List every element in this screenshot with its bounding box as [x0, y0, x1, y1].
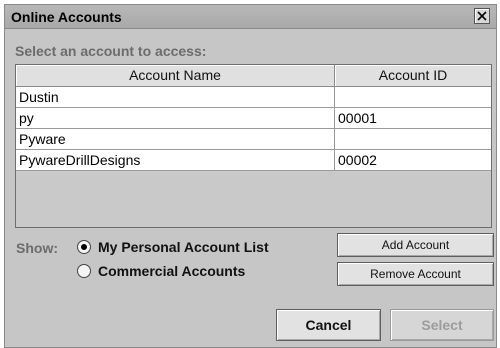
select-account-prompt: Select an account to access:	[15, 43, 207, 59]
add-account-button[interactable]: Add Account	[337, 233, 494, 257]
radio-button-selected[interactable]	[77, 240, 91, 254]
table-header: Account Name Account ID	[16, 65, 491, 87]
table-row[interactable]: PywareDrillDesigns 00002	[16, 150, 491, 171]
radio-commercial-accounts[interactable]: Commercial Accounts	[77, 263, 245, 279]
account-id-cell: 00001	[335, 108, 491, 129]
close-icon	[477, 11, 487, 21]
table-row[interactable]: py 00001	[16, 108, 491, 129]
column-header-account-name[interactable]: Account Name	[16, 65, 335, 87]
accounts-table[interactable]: Account Name Account ID Dustin py 00001 …	[15, 64, 492, 228]
title-bar[interactable]: Online Accounts	[5, 5, 496, 29]
window-title: Online Accounts	[11, 9, 122, 25]
account-id-cell: 00002	[335, 150, 491, 171]
account-name-cell: PywareDrillDesigns	[16, 150, 335, 171]
column-header-account-id[interactable]: Account ID	[335, 65, 491, 87]
radio-button-unselected[interactable]	[77, 264, 91, 278]
show-label: Show:	[16, 240, 58, 256]
account-name-cell: py	[16, 108, 335, 129]
select-button[interactable]: Select	[390, 309, 494, 341]
radio-dot-icon	[81, 244, 87, 250]
table-body: Dustin py 00001 Pyware PywareDrillDesign…	[16, 87, 491, 171]
account-name-cell: Pyware	[16, 129, 335, 150]
remove-account-button[interactable]: Remove Account	[337, 262, 494, 286]
account-id-cell	[335, 87, 491, 108]
account-name-cell: Dustin	[16, 87, 335, 108]
table-row[interactable]: Pyware	[16, 129, 491, 150]
radio-label-personal: My Personal Account List	[98, 239, 269, 255]
radio-label-commercial: Commercial Accounts	[98, 263, 246, 279]
radio-personal-account-list[interactable]: My Personal Account List	[77, 239, 269, 255]
account-id-cell	[335, 129, 491, 150]
online-accounts-dialog: Online Accounts Select an account to acc…	[4, 4, 497, 348]
cancel-button[interactable]: Cancel	[276, 309, 381, 341]
close-button[interactable]	[474, 8, 490, 24]
table-row[interactable]: Dustin	[16, 87, 491, 108]
